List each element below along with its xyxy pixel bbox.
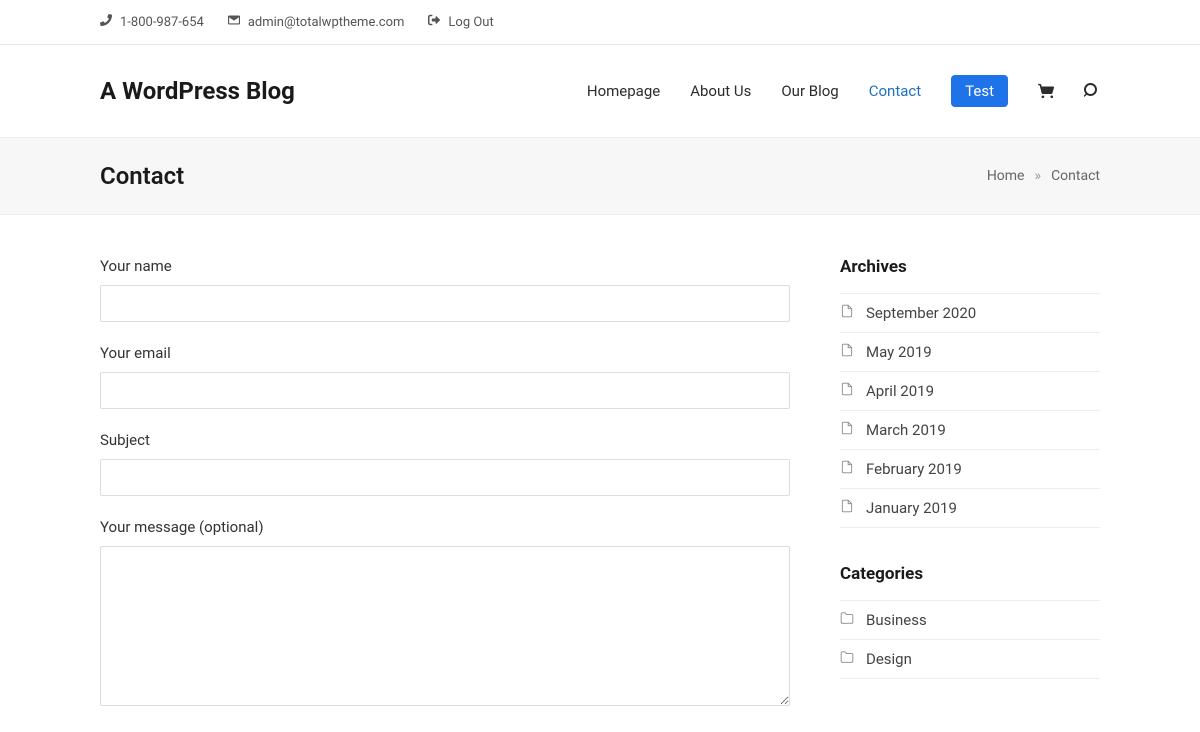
email-label: Your email <box>100 344 790 362</box>
archives-item[interactable]: March 2019 <box>840 411 1100 450</box>
topbar-email-text: admin@totalwptheme.com <box>248 15 405 30</box>
archives-item[interactable]: September 2020 <box>840 294 1100 333</box>
search-icon[interactable] <box>1084 83 1100 99</box>
contact-form: Your name Your email Subject Your messag… <box>100 257 790 732</box>
file-icon <box>840 382 854 400</box>
file-icon <box>840 460 854 478</box>
topbar-phone[interactable]: 1-800-987-654 <box>100 14 204 30</box>
nav-test-button[interactable]: Test <box>951 75 1008 107</box>
archives-item-label: May 2019 <box>866 343 932 361</box>
breadcrumb-current: Contact <box>1051 168 1100 184</box>
archives-item-label: September 2020 <box>866 304 976 322</box>
sidebar: Archives September 2020 May 2019 April 2… <box>840 257 1100 732</box>
categories-list: Business Design <box>840 600 1100 679</box>
logout-icon <box>428 14 440 30</box>
breadcrumb: Home » Contact <box>987 168 1100 184</box>
folder-icon <box>840 650 854 668</box>
archives-item[interactable]: January 2019 <box>840 489 1100 528</box>
email-input[interactable] <box>100 372 790 409</box>
subject-label: Subject <box>100 431 790 449</box>
nav-about[interactable]: About Us <box>690 82 751 100</box>
main-nav: Homepage About Us Our Blog Contact Test <box>587 75 1100 107</box>
file-icon <box>840 343 854 361</box>
name-label: Your name <box>100 257 790 275</box>
categories-item[interactable]: Business <box>840 601 1100 640</box>
file-icon <box>840 304 854 322</box>
folder-icon <box>840 611 854 629</box>
categories-title: Categories <box>840 564 1100 584</box>
archives-item-label: January 2019 <box>866 499 957 517</box>
nav-homepage[interactable]: Homepage <box>587 82 660 100</box>
topbar-phone-text: 1-800-987-654 <box>120 15 204 30</box>
topbar-email[interactable]: admin@totalwptheme.com <box>228 14 405 30</box>
phone-icon <box>100 14 112 30</box>
file-icon <box>840 421 854 439</box>
categories-widget: Categories Business Design <box>840 564 1100 679</box>
archives-item[interactable]: April 2019 <box>840 372 1100 411</box>
logout-text: Log Out <box>448 15 493 30</box>
archives-item-label: February 2019 <box>866 460 962 478</box>
archives-widget: Archives September 2020 May 2019 April 2… <box>840 257 1100 528</box>
site-title[interactable]: A WordPress Blog <box>100 77 295 105</box>
page-title: Contact <box>100 162 184 190</box>
envelope-icon <box>228 14 240 30</box>
logout-link[interactable]: Log Out <box>428 14 493 30</box>
message-label: Your message (optional) <box>100 518 790 536</box>
archives-title: Archives <box>840 257 1100 277</box>
categories-item-label: Business <box>866 611 927 629</box>
name-input[interactable] <box>100 285 790 322</box>
page-title-bar: Contact Home » Contact <box>0 137 1200 215</box>
categories-item[interactable]: Design <box>840 640 1100 679</box>
breadcrumb-home[interactable]: Home <box>987 168 1025 184</box>
breadcrumb-separator: » <box>1035 168 1042 184</box>
archives-list: September 2020 May 2019 April 2019 March… <box>840 293 1100 528</box>
categories-item-label: Design <box>866 650 912 668</box>
nav-contact[interactable]: Contact <box>869 82 921 100</box>
cart-icon[interactable] <box>1038 83 1054 99</box>
topbar: 1-800-987-654 admin@totalwptheme.com Log… <box>0 0 1200 45</box>
message-textarea[interactable] <box>100 546 790 706</box>
archives-item-label: March 2019 <box>866 421 946 439</box>
file-icon <box>840 499 854 517</box>
archives-item-label: April 2019 <box>866 382 934 400</box>
archives-item[interactable]: May 2019 <box>840 333 1100 372</box>
archives-item[interactable]: February 2019 <box>840 450 1100 489</box>
nav-blog[interactable]: Our Blog <box>781 82 838 100</box>
site-header: A WordPress Blog Homepage About Us Our B… <box>0 45 1200 137</box>
subject-input[interactable] <box>100 459 790 496</box>
